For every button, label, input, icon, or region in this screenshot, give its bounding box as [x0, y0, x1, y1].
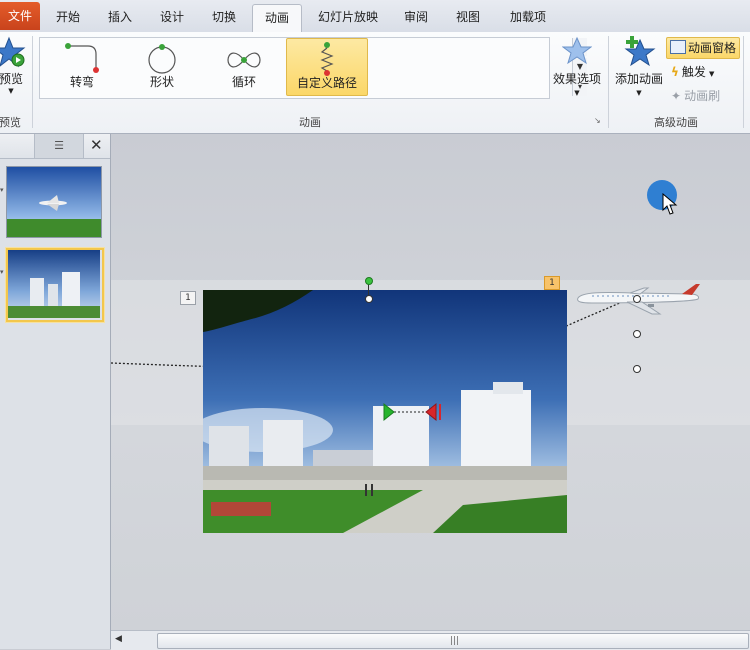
slide-thumbnail-2[interactable] — [6, 248, 104, 322]
preview-label: 预览 — [0, 72, 23, 86]
gallery-item-shape[interactable]: 形状 — [123, 38, 201, 94]
animation-painter-label: 动画刷 — [684, 89, 721, 103]
tab-addins[interactable]: 加载项 — [504, 6, 552, 28]
slides-pane-header: ☰ ✕ — [0, 134, 110, 159]
trigger-lightning-icon: ϟ — [671, 65, 679, 79]
animation-pane-label: 动画窗格 — [688, 41, 737, 55]
tab-design[interactable]: 设计 — [154, 6, 190, 28]
slide-animation-marker-icon: ▾ — [0, 268, 4, 276]
effect-options-label: 效果选项 — [552, 72, 601, 86]
scroll-left-icon[interactable]: ◀ — [115, 634, 122, 644]
group-separator — [32, 36, 33, 128]
path-point-handle[interactable] — [633, 365, 641, 373]
dialog-launcher-icon[interactable]: ↘ — [594, 116, 601, 125]
slide2-image — [8, 250, 100, 318]
tab-file[interactable]: 文件 — [0, 2, 40, 30]
animation-painter-button[interactable]: ✦ 动画刷 — [668, 86, 738, 106]
gallery-item-label: 循环 — [231, 75, 256, 89]
ribbon-panel: 预览 ▼ 预览 转弯 形状 循环 自定义路径 ▼ ▾ 效果选项 ▼ 动画 ↘ 添… — [0, 32, 750, 134]
effect-options-button[interactable]: 效果选项 ▼ — [552, 36, 602, 106]
airplane-path-handle[interactable] — [633, 295, 641, 303]
trigger-button[interactable]: ϟ 触发 ▼ — [668, 62, 738, 82]
animation-pane-icon — [670, 40, 686, 54]
gallery-item-label: 形状 — [149, 75, 174, 89]
preview-dropdown-icon: ▼ — [8, 87, 14, 95]
animation-order-badge[interactable]: 1 — [180, 291, 196, 305]
preview-star-icon — [0, 36, 26, 68]
tab-insert[interactable]: 插入 — [102, 6, 138, 28]
gallery-item-loop[interactable]: 循环 — [205, 38, 283, 94]
group-separator — [608, 36, 609, 128]
close-pane-icon[interactable]: ✕ — [90, 136, 103, 154]
tab-slideshow[interactable]: 幻灯片放映 — [312, 6, 384, 28]
path-point-handle[interactable] — [633, 330, 641, 338]
top-resize-handle[interactable] — [365, 295, 373, 303]
ribbon-tab-bar: 文件 开始 插入 设计 切换 动画 幻灯片放映 审阅 视图 加载项 — [0, 0, 750, 33]
scroll-thumb[interactable]: ||| — [157, 633, 749, 649]
custom-path-icon — [320, 42, 334, 76]
trigger-label: 触发 — [681, 65, 706, 79]
tab-animations[interactable]: 动画 — [252, 4, 302, 33]
preview-button[interactable]: 预览 ▼ — [0, 36, 28, 104]
group-label-advanced: 高级动画 — [654, 116, 698, 129]
group-label-preview: 预览 — [0, 116, 21, 129]
gallery-item-label: 自定义路径 — [296, 76, 357, 90]
add-animation-button[interactable]: 添加动画 ▼ — [612, 34, 666, 106]
animation-gallery: 转弯 形状 循环 自定义路径 ▲ ▼ ▾ — [39, 37, 587, 99]
rotation-handle[interactable] — [365, 277, 373, 285]
scroll-grip-icon: ||| — [450, 636, 460, 646]
horizontal-scrollbar[interactable]: ◀ ||| — [111, 630, 750, 650]
loop-path-icon — [227, 52, 261, 68]
shape-path-icon — [148, 44, 176, 74]
gallery-item-label: 转弯 — [69, 75, 94, 89]
group-label-animation: 动画 — [299, 116, 321, 129]
mouse-pointer-icon — [662, 193, 678, 215]
slide-animation-marker-icon: ▾ — [0, 186, 4, 194]
turn-path-icon — [65, 43, 99, 73]
tab-home[interactable]: 开始 — [50, 6, 86, 28]
animation-order-badge-selected[interactable]: 1 — [544, 276, 560, 290]
slides-pane: ☰ ✕ ▾ ▾ — [0, 134, 111, 649]
group-separator — [743, 36, 744, 128]
effect-star-icon — [562, 36, 592, 65]
path-start-end-markers — [383, 402, 441, 422]
slide-thumbnail-1[interactable] — [6, 166, 102, 238]
outline-list-icon: ☰ — [54, 139, 64, 152]
add-animation-star-icon — [624, 36, 656, 67]
effect-dropdown-icon: ▼ — [574, 89, 580, 97]
slide1-image — [7, 167, 101, 237]
tab-transitions[interactable]: 切换 — [206, 6, 242, 28]
tab-review[interactable]: 审阅 — [398, 6, 434, 28]
animation-painter-icon: ✦ — [671, 89, 682, 103]
add-animation-dropdown-icon: ▼ — [636, 89, 642, 97]
add-animation-label: 添加动画 — [614, 72, 663, 86]
gallery-item-custom-path[interactable]: 自定义路径 — [286, 38, 368, 96]
animation-pane-button[interactable]: 动画窗格 — [666, 37, 740, 59]
outline-tab[interactable]: ☰ — [34, 134, 84, 158]
trigger-dropdown-icon: ▼ — [708, 70, 715, 78]
tab-view[interactable]: 视图 — [450, 6, 486, 28]
gallery-item-turn[interactable]: 转弯 — [43, 38, 121, 94]
